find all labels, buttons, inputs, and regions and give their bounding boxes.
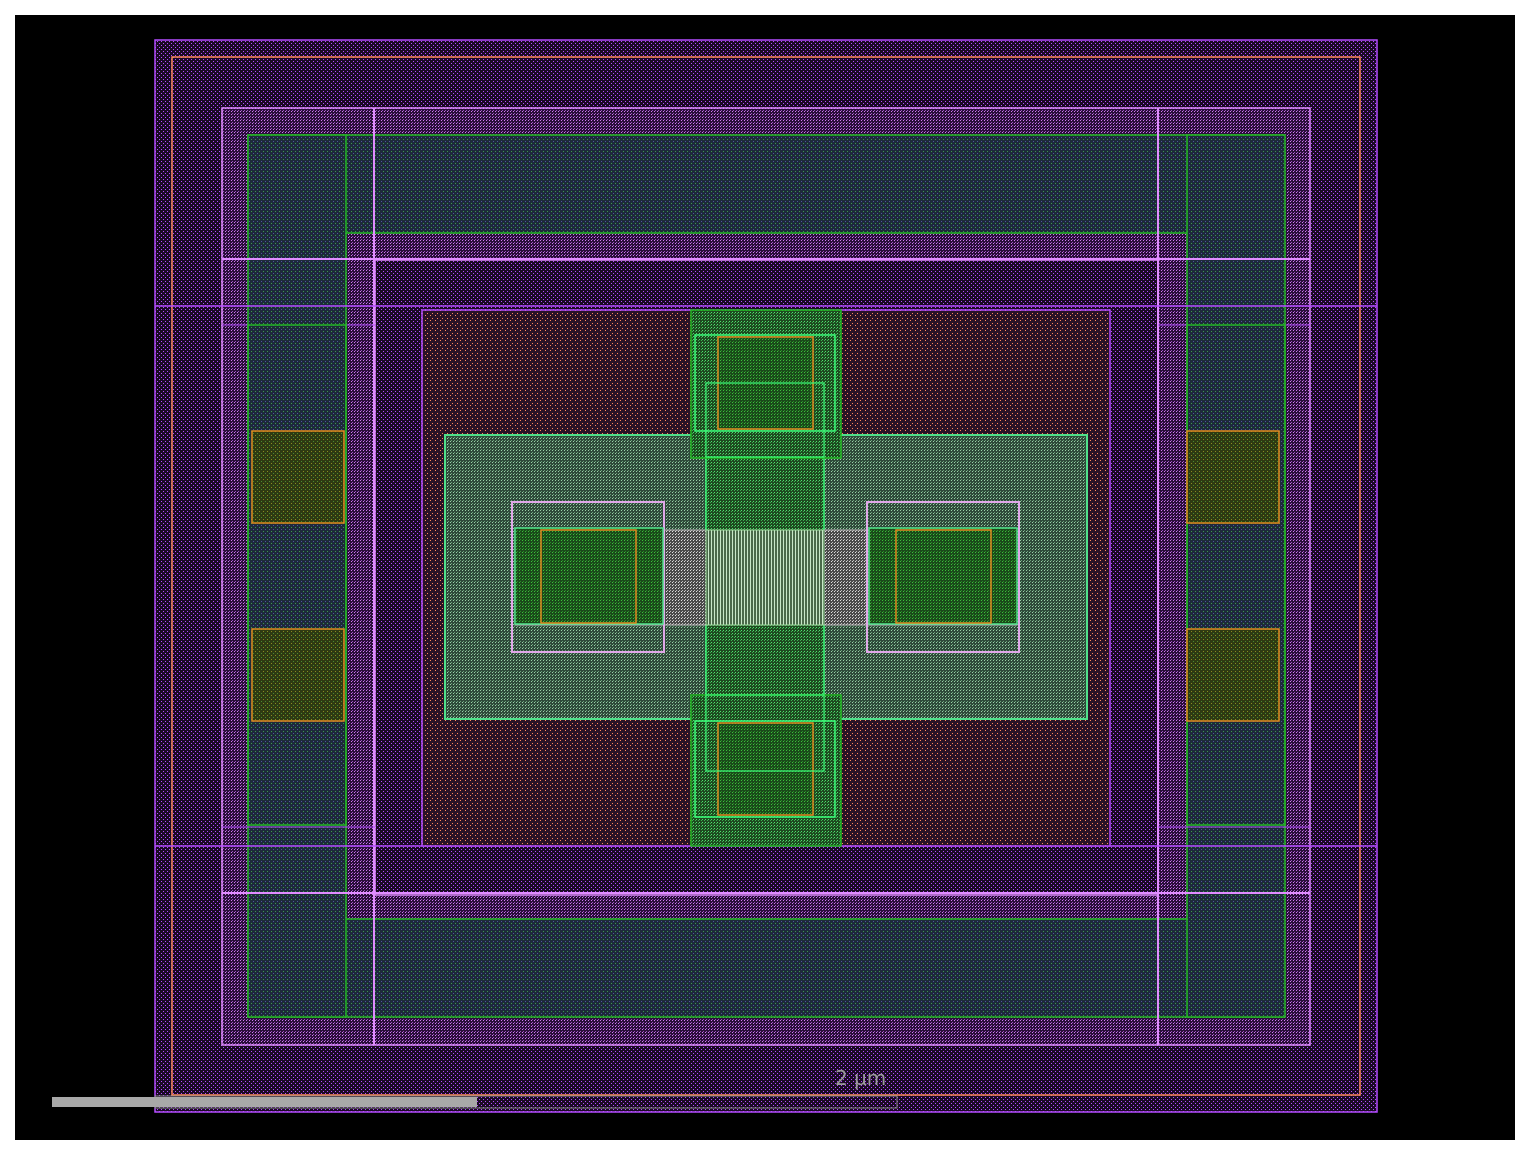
scale-bar-label: 2 µm	[835, 1066, 886, 1090]
guard-contact-right-lower[interactable]	[1186, 628, 1280, 722]
guard-ring-bottom-diffusion	[247, 918, 1285, 1018]
guard-contact-right-upper[interactable]	[1186, 430, 1280, 524]
guard-ring-top-diffusion	[247, 134, 1285, 234]
drain-contact[interactable]	[895, 529, 992, 624]
guard-ring-right-diffusion	[1186, 134, 1286, 1018]
guard-contact-left-lower[interactable]	[251, 628, 345, 722]
layout-viewport[interactable]: 2 µm	[15, 15, 1515, 1140]
gate-contact-bottom[interactable]	[717, 722, 814, 816]
layout-canvas[interactable]: 2 µm	[15, 15, 1515, 1140]
source-contact[interactable]	[540, 529, 637, 624]
channel-gate-region	[705, 529, 825, 626]
scale-bar	[52, 1097, 477, 1107]
guard-contact-left-upper[interactable]	[251, 430, 345, 524]
guard-ring-left-diffusion	[247, 134, 347, 1018]
